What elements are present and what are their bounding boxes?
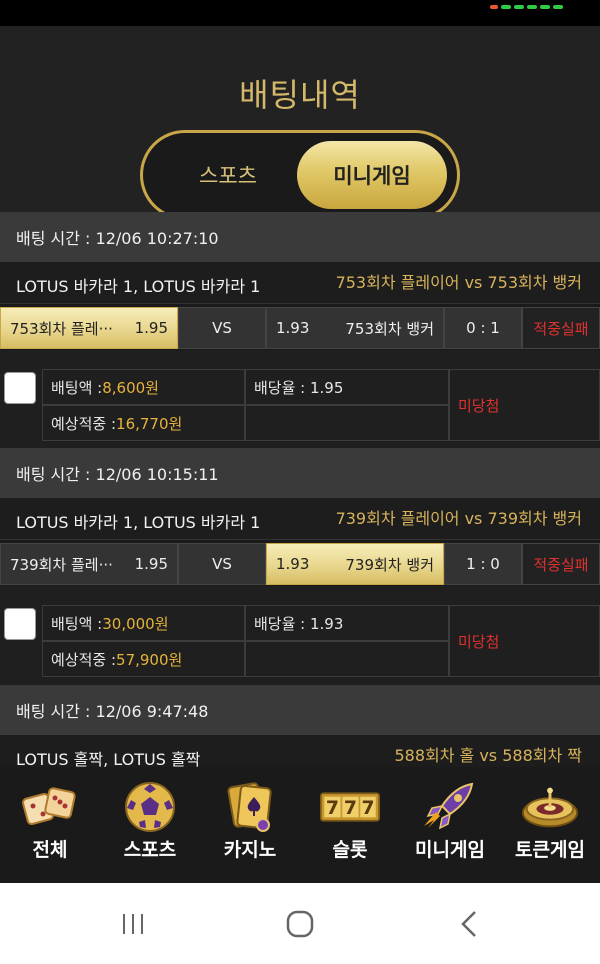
tab-minigame[interactable]: 미니게임: [297, 141, 447, 209]
vs-label: VS: [178, 543, 266, 585]
bet-info-row: LOTUS 바카라 1, LOTUS 바카라 1 753회차 플레이어 vs 7…: [0, 262, 600, 304]
page-header: 배팅내역 스포츠 미니게임: [0, 26, 600, 220]
home-odds: 1.95: [134, 319, 168, 337]
status-bar: [0, 0, 600, 26]
home-team: 753회차 플레···: [10, 319, 113, 338]
back-icon: [461, 911, 476, 937]
odds: 배당율 : 1.93: [245, 605, 449, 641]
home-button[interactable]: [277, 905, 323, 943]
recents-icon: [123, 914, 143, 934]
nav-label: 카지노: [223, 839, 277, 861]
nav-sports[interactable]: 스포츠: [100, 767, 200, 883]
away-odds: 1.93: [276, 555, 310, 573]
bet-amount-label: 배팅액 :: [51, 378, 103, 397]
pick-row: 739회차 플레··· 1.95 VS 1.93 739회차 뱅커 1 : 0 …: [0, 540, 600, 586]
back-button[interactable]: [446, 905, 492, 943]
home-pick[interactable]: 739회차 플레··· 1.95: [0, 543, 178, 585]
page-title: 배팅내역: [239, 76, 361, 114]
result-badge: 미당첨: [449, 369, 600, 441]
match-name: 753회차 플레이어 vs 753회차 뱅커: [335, 273, 582, 292]
bet-item: 배팅 시간 : 12/06 10:15:11 LOTUS 바카라 1, LOTU…: [0, 448, 600, 678]
away-pick[interactable]: 1.93 739회차 뱅커: [266, 543, 444, 585]
recents-button[interactable]: [110, 905, 156, 943]
bet-amount: 배팅액 : 30,000원: [42, 605, 245, 641]
home-team: 739회차 플레···: [10, 555, 113, 574]
bet-time: 배팅 시간 : 12/06 9:47:48: [0, 685, 600, 735]
bet-amount-value: 8,600원: [102, 378, 159, 397]
empty-cell: [245, 405, 449, 441]
away-team: 739회차 뱅커: [345, 555, 434, 574]
expected-value: 16,770원: [116, 414, 183, 433]
bet-time: 배팅 시간 : 12/06 10:27:10: [0, 212, 600, 262]
category-toggle: 스포츠 미니게임: [140, 130, 460, 220]
match-name: 739회차 플레이어 vs 739회차 뱅커: [335, 509, 582, 528]
bet-amount-label: 배팅액 :: [51, 614, 103, 633]
nav-token-game[interactable]: 토큰게임: [500, 767, 600, 883]
bet-detail: 배팅액 : 30,000원 배당율 : 1.93 예상적중 : 57,900원 …: [0, 586, 600, 678]
game-name: LOTUS 바카라 1, LOTUS 바카라 1: [16, 277, 261, 296]
odds: 배당율 : 1.95: [245, 369, 449, 405]
status-badge: 적중실패: [522, 543, 600, 585]
bet-info-row: LOTUS 바카라 1, LOTUS 바카라 1 739회차 플레이어 vs 7…: [0, 498, 600, 540]
dice-icon: [20, 779, 80, 835]
bet-detail: 배팅액 : 8,600원 배당율 : 1.95 예상적중 : 16,770원 미…: [0, 350, 600, 442]
system-nav-bar: [0, 883, 600, 964]
nav-casino[interactable]: 카지노: [200, 767, 300, 883]
expected-win: 예상적중 : 16,770원: [42, 405, 245, 441]
game-name: LOTUS 바카라 1, LOTUS 바카라 1: [16, 513, 261, 532]
vs-label: VS: [178, 307, 266, 349]
svg-text:7: 7: [361, 798, 374, 819]
bet-checkbox[interactable]: [4, 372, 36, 404]
away-odds: 1.93: [276, 319, 310, 337]
status-indicator: [490, 0, 600, 9]
nav-minigame[interactable]: 미니게임: [400, 767, 500, 883]
match-name: 588회차 홀 vs 588회차 짝: [394, 746, 582, 765]
bet-checkbox[interactable]: [4, 608, 36, 640]
nav-label: 슬롯: [332, 839, 368, 861]
status-badge: 적중실패: [522, 307, 600, 349]
pick-row: 753회차 플레··· 1.95 VS 1.93 753회차 뱅커 0 : 1 …: [0, 304, 600, 350]
expected-label: 예상적중 :: [51, 414, 117, 433]
slot-777-icon: 777: [320, 779, 380, 835]
result-badge: 미당첨: [449, 605, 600, 677]
nav-label: 전체: [32, 839, 68, 861]
away-pick[interactable]: 1.93 753회차 뱅커: [266, 307, 444, 349]
nav-label: 스포츠: [123, 839, 177, 861]
home-icon: [286, 910, 314, 938]
home-pick[interactable]: 753회차 플레··· 1.95: [0, 307, 178, 349]
svg-text:7: 7: [344, 798, 357, 819]
bet-amount: 배팅액 : 8,600원: [42, 369, 245, 405]
bottom-nav: 전체 스포츠 카지노 777 슬롯 미니게임 토큰게임: [0, 767, 600, 883]
bet-item: 배팅 시간 : 12/06 9:47:48 LOTUS 홀짝, LOTUS 홀짝…: [0, 685, 600, 769]
expected-value: 57,900원: [116, 650, 183, 669]
empty-cell: [245, 641, 449, 677]
expected-label: 예상적중 :: [51, 650, 117, 669]
nav-label: 토큰게임: [515, 839, 585, 861]
bet-amount-value: 30,000원: [102, 614, 169, 633]
rocket-icon: [420, 779, 480, 835]
bet-item: 배팅 시간 : 12/06 10:27:10 LOTUS 바카라 1, LOTU…: [0, 212, 600, 442]
bet-info-row: LOTUS 홀짝, LOTUS 홀짝 588회차 홀 vs 588회차 짝: [0, 735, 600, 769]
nav-label: 미니게임: [415, 839, 485, 861]
score: 0 : 1: [444, 307, 522, 349]
away-team: 753회차 뱅커: [345, 319, 434, 338]
soccer-ball-icon: [120, 779, 180, 835]
tab-sports[interactable]: 스포츠: [153, 141, 303, 209]
roulette-icon: [520, 779, 580, 835]
score: 1 : 0: [444, 543, 522, 585]
svg-text:7: 7: [326, 798, 339, 819]
home-odds: 1.95: [134, 555, 168, 573]
casino-cards-icon: [220, 779, 280, 835]
bet-time: 배팅 시간 : 12/06 10:15:11: [0, 448, 600, 498]
nav-all[interactable]: 전체: [0, 767, 100, 883]
nav-slot[interactable]: 777 슬롯: [300, 767, 400, 883]
expected-win: 예상적중 : 57,900원: [42, 641, 245, 677]
